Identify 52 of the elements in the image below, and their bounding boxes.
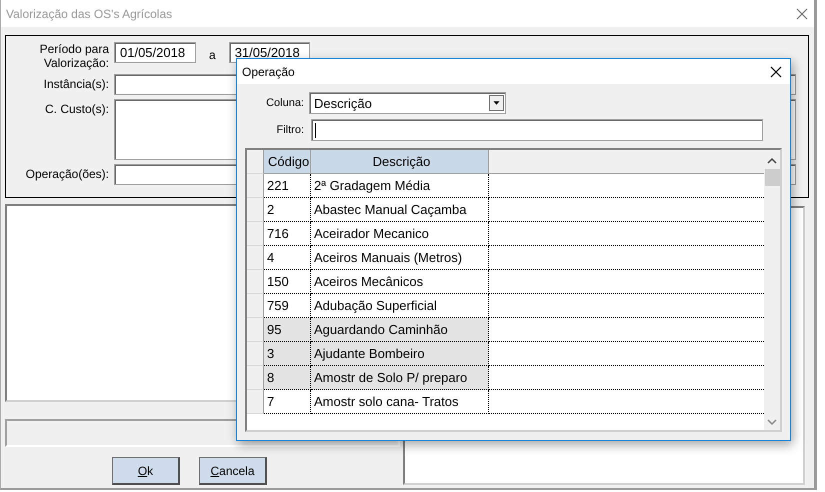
field-label: Período para Valorização:	[38, 42, 109, 70]
table-cell: 759	[264, 294, 311, 318]
table-cell: 2	[264, 198, 311, 222]
dialog-title: Operação	[242, 64, 295, 78]
table-cell: Amostr de Solo P/ preparo	[311, 366, 489, 390]
window-title: Valorização das OS's Agrícolas	[6, 6, 172, 20]
row-selector[interactable]	[247, 390, 264, 414]
close-icon[interactable]	[770, 66, 782, 78]
scroll-thumb[interactable]	[764, 169, 780, 186]
table-cell: 3	[264, 342, 311, 366]
table-cell: Aceiros Manuais (Metros)	[311, 246, 489, 270]
field-label: C. Custo(s):	[44, 101, 109, 116]
row-selector[interactable]	[247, 198, 264, 222]
table-cell: 8	[264, 366, 311, 390]
column-select[interactable]: Descrição	[309, 92, 506, 114]
table-cell: 221	[264, 174, 311, 198]
field-label: Filtro:	[276, 124, 304, 136]
row-selector[interactable]	[247, 222, 264, 246]
cancel-button[interactable]: Cancela	[199, 457, 267, 485]
table-cell: Aceirador Mecanico	[311, 222, 489, 246]
table-cell: 7	[264, 390, 311, 414]
dropdown-icon[interactable]	[489, 95, 504, 111]
scroll-up-icon[interactable]	[767, 156, 777, 166]
range-separator: a	[208, 47, 217, 62]
table-cell: Aceiros Mecânicos	[311, 270, 489, 294]
scroll-down-icon[interactable]	[767, 417, 777, 427]
table-cell: Abastec Manual Caçamba	[311, 198, 489, 222]
field-label: Coluna:	[265, 97, 304, 109]
table-cell: Amostr solo cana- Tratos	[311, 390, 489, 414]
filter-field[interactable]	[311, 119, 763, 141]
row-selector[interactable]	[247, 342, 264, 366]
row-selector[interactable]	[247, 318, 264, 342]
table-cell: 716	[264, 222, 311, 246]
column-header[interactable]: Código	[264, 150, 311, 174]
table-cell: Aguardando Caminhão	[311, 318, 489, 342]
date-field[interactable]: 01/05/2018	[114, 42, 196, 63]
row-header	[247, 150, 264, 174]
column-header[interactable]: Descrição	[311, 150, 489, 174]
table-cell: 4	[264, 246, 311, 270]
field-label: Instância(s):	[42, 76, 109, 91]
table-cell: Ajudante Bombeiro	[311, 342, 489, 366]
row-selector[interactable]	[247, 294, 264, 318]
row-selector[interactable]	[247, 246, 264, 270]
table-cell: 150	[264, 270, 311, 294]
row-selector[interactable]	[247, 366, 264, 390]
table-cell: 95	[264, 318, 311, 342]
table-cell: 2ª Gradagem Média	[311, 174, 489, 198]
field-label: Operação(ões):	[24, 166, 109, 181]
table-cell: Adubação Superficial	[311, 294, 489, 318]
row-selector[interactable]	[247, 270, 264, 294]
row-selector[interactable]	[247, 174, 264, 198]
ok-button[interactable]: Ok	[112, 457, 180, 485]
